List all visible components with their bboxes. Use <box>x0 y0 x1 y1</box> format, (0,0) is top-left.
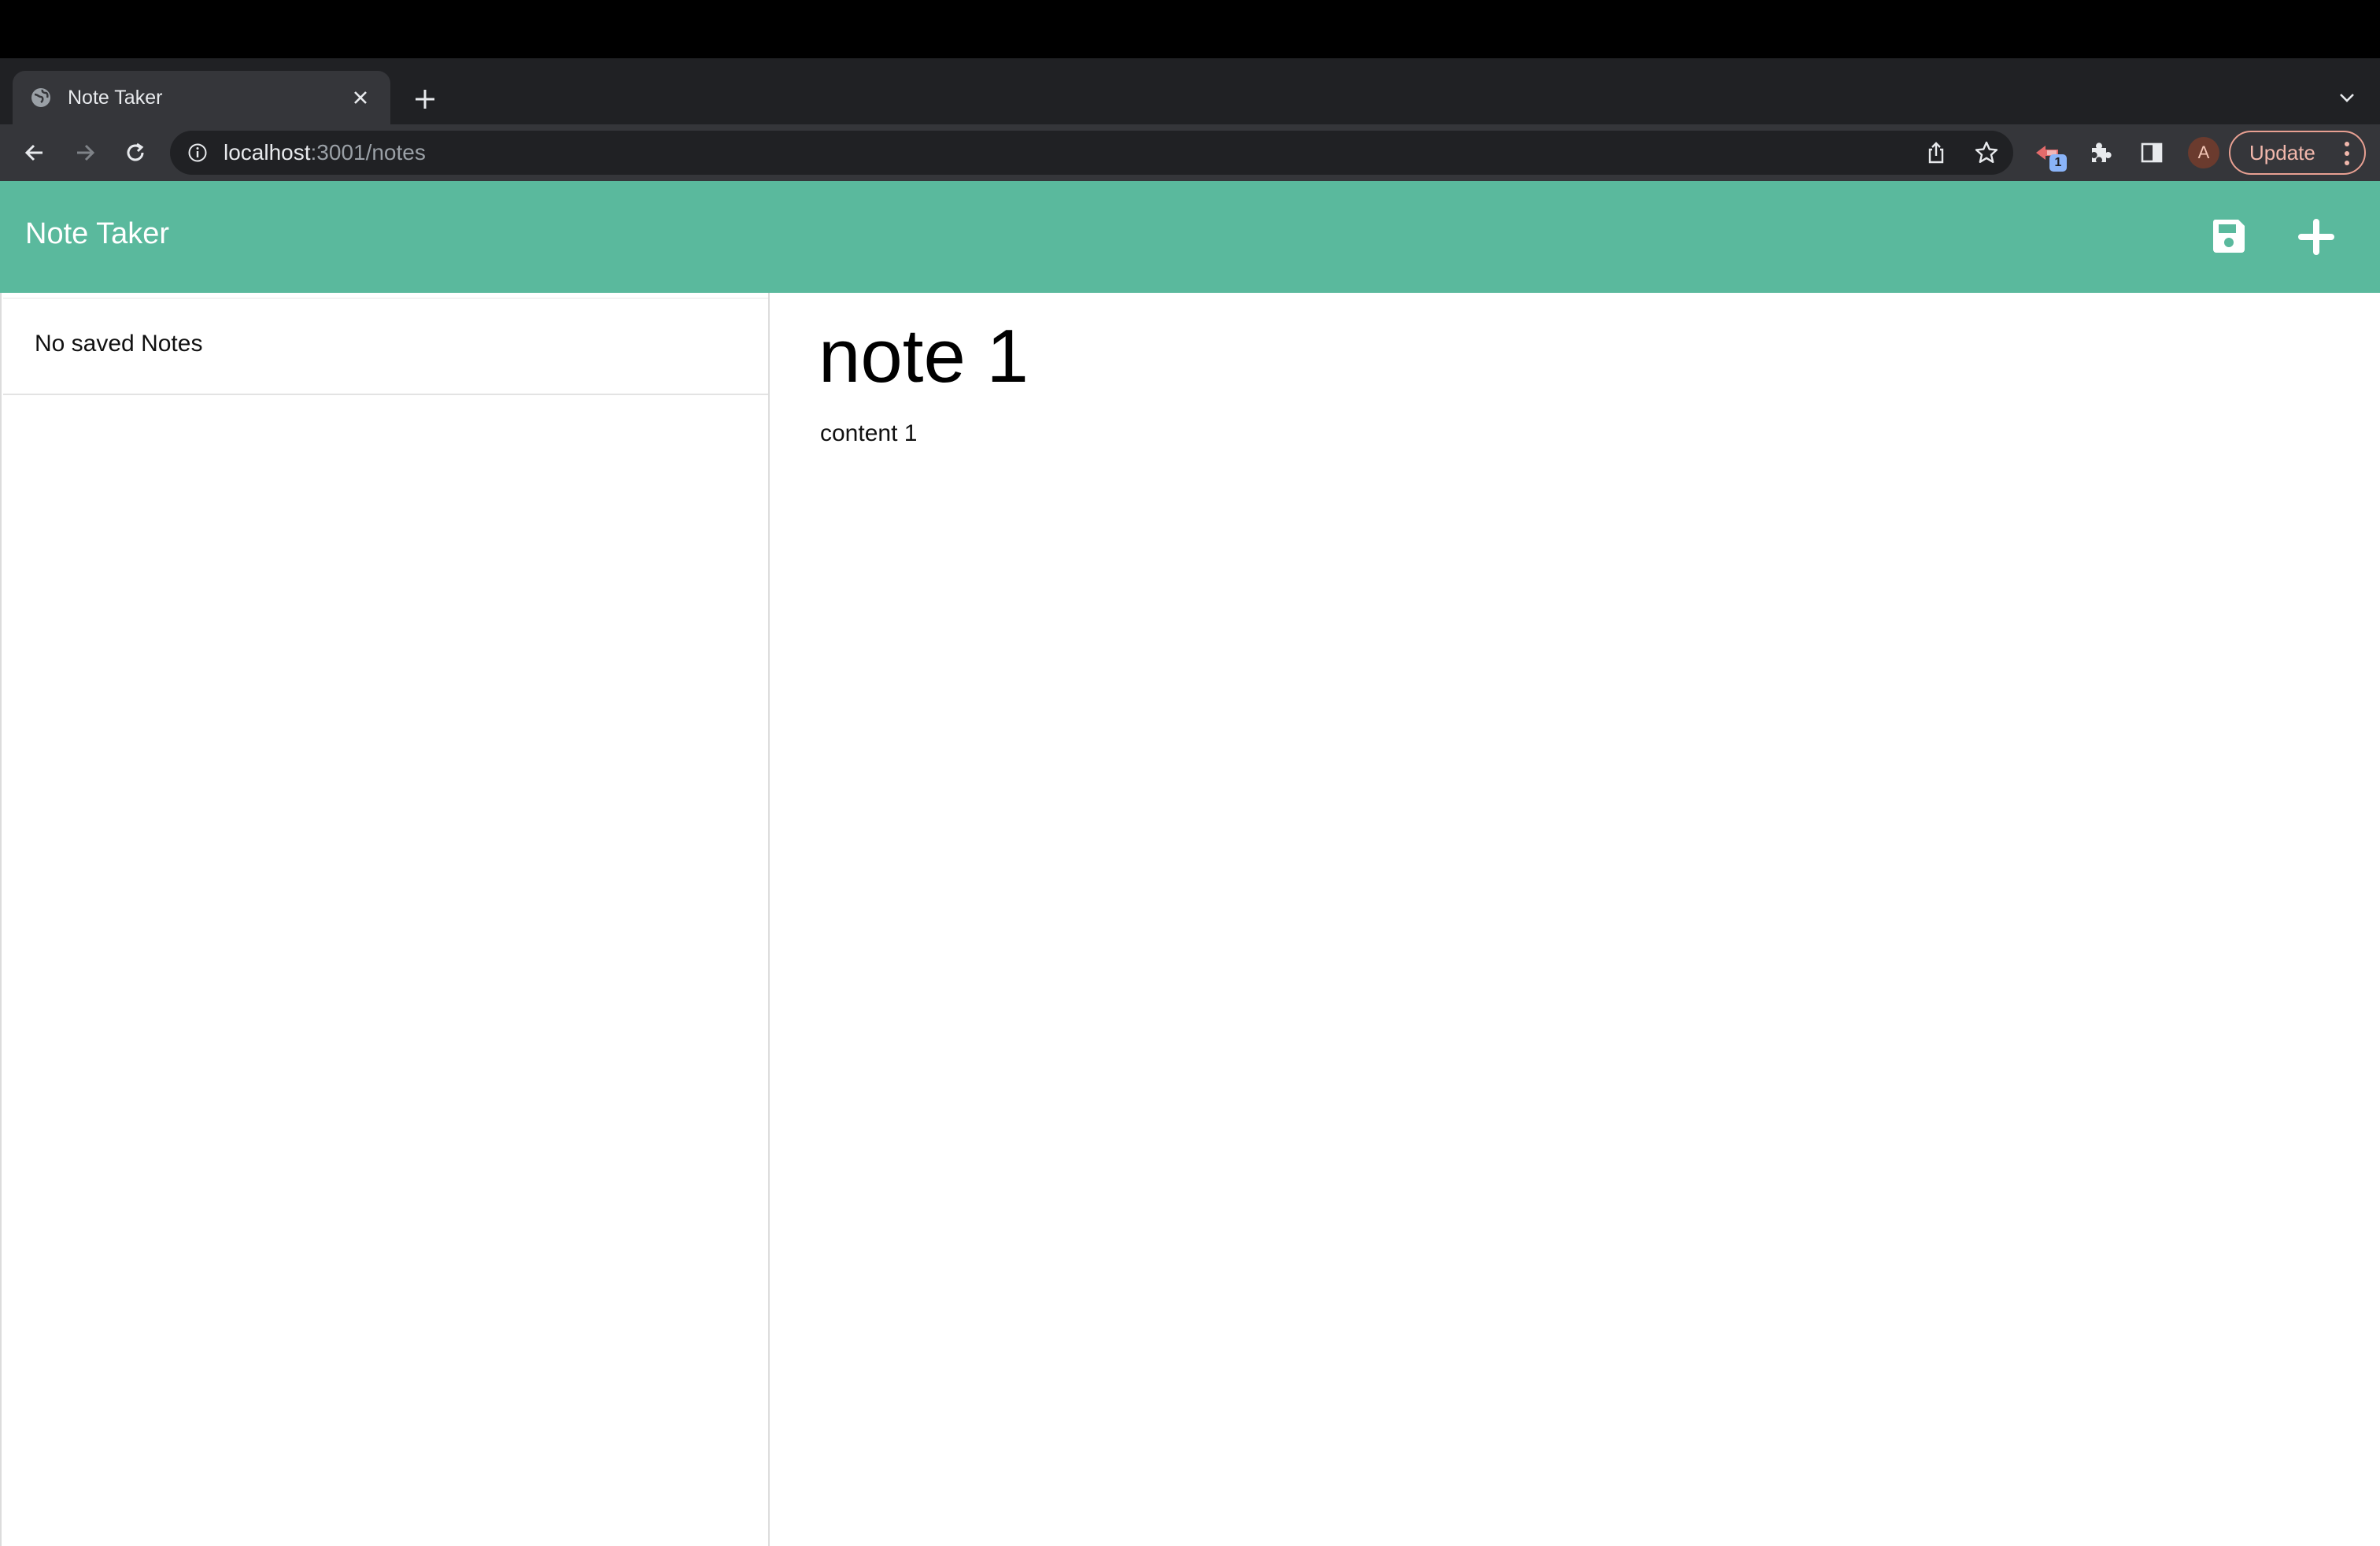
web-page: Note Taker No saved Notes note 1 content… <box>0 181 2380 1546</box>
url-host: localhost <box>224 140 311 165</box>
app-navbar: Note Taker <box>0 181 2380 293</box>
notes-list: No saved Notes <box>3 298 768 395</box>
update-label: Update <box>2249 140 2315 165</box>
empty-notes-message: No saved Notes <box>35 331 203 357</box>
address-bar[interactable]: localhost:3001/notes <box>170 131 2013 175</box>
back-button[interactable] <box>14 132 55 173</box>
close-icon[interactable] <box>348 85 373 110</box>
puzzle-icon[interactable] <box>2079 132 2120 173</box>
notes-sidebar: No saved Notes <box>0 293 770 1546</box>
profile-avatar[interactable]: A <box>2183 132 2224 173</box>
note-text-field[interactable]: content 1 <box>820 420 917 447</box>
forward-button[interactable] <box>65 132 105 173</box>
extension-icon[interactable]: 1 <box>2027 132 2068 173</box>
side-panel-icon[interactable] <box>2131 132 2172 173</box>
bookmark-star-icon[interactable] <box>1971 137 2002 168</box>
tab-strip: Note Taker <box>0 58 2380 124</box>
new-tab-button[interactable] <box>408 82 442 117</box>
avatar: A <box>2188 137 2219 168</box>
chevron-down-icon[interactable] <box>2331 82 2363 113</box>
info-icon[interactable] <box>186 141 209 165</box>
update-button[interactable]: Update <box>2229 131 2366 175</box>
screen-top-bar <box>0 0 2380 58</box>
note-title-field[interactable]: note 1 <box>819 313 1029 400</box>
tab-title: Note Taker <box>68 86 163 109</box>
reload-button[interactable] <box>115 132 156 173</box>
browser-toolbar: localhost:3001/notes 1 A Update <box>0 124 2380 181</box>
globe-icon <box>30 87 52 109</box>
app-title[interactable]: Note Taker <box>25 217 169 251</box>
extension-badge: 1 <box>2049 154 2067 172</box>
more-vert-icon[interactable] <box>2342 142 2352 165</box>
url-text: localhost:3001/notes <box>224 140 426 165</box>
share-icon[interactable] <box>1920 137 1952 168</box>
plus-icon[interactable] <box>2295 216 2338 258</box>
tab-note-taker[interactable]: Note Taker <box>13 71 390 124</box>
save-icon[interactable] <box>2210 216 2248 257</box>
url-path: :3001/notes <box>310 140 426 165</box>
